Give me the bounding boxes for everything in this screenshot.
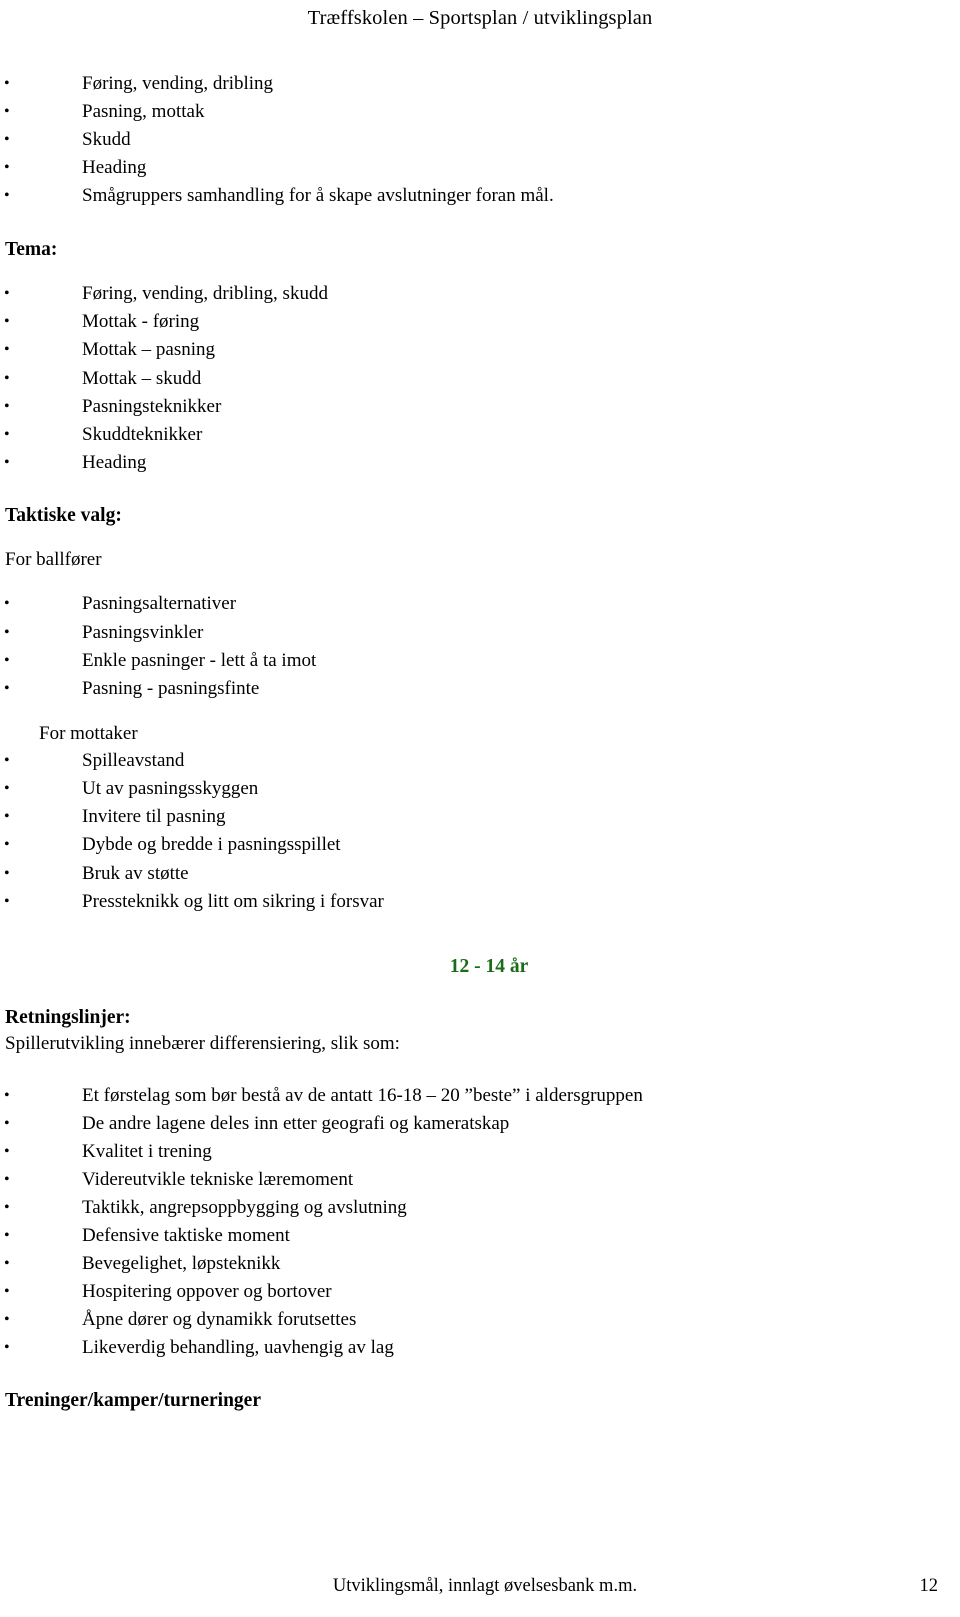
list-item: Pasningsteknikker xyxy=(0,393,960,421)
retningslinjer-subtitle: Spillerutvikling innebærer differensieri… xyxy=(5,1032,400,1054)
list-item: Dybde og bredde i pasningsspillet xyxy=(0,831,960,859)
list-item: Mottak - føring xyxy=(0,308,960,336)
page-title: Træffskolen – Sportsplan / utviklingspla… xyxy=(307,7,653,29)
list-item: Føring, vending, dribling, skudd xyxy=(0,280,960,308)
list-item: Pasning - pasningsfinte xyxy=(0,675,960,703)
page-footer: Utviklingsmål, innlagt øvelsesbank m.m. … xyxy=(0,1571,960,1601)
list-item: Heading xyxy=(0,449,960,477)
for-mottaker-bullet-list: Spilleavstand Ut av pasningsskyggen Invi… xyxy=(0,747,960,916)
list-item: Åpne dører og dynamikk forutsettes xyxy=(0,1306,960,1334)
list-item: Kvalitet i trening xyxy=(0,1138,960,1166)
list-item: Hospitering oppover og bortover xyxy=(0,1278,960,1306)
section-heading-tema: Tema: xyxy=(5,238,58,260)
list-item: Mottak – skudd xyxy=(0,365,960,393)
list-item: Spilleavstand xyxy=(0,747,960,775)
list-item: Videreutvikle tekniske læremoment xyxy=(0,1166,960,1194)
list-item: Skudd xyxy=(0,126,960,154)
list-item: Pasningsvinkler xyxy=(0,619,960,647)
list-item: Enkle pasninger - lett å ta imot xyxy=(0,647,960,675)
list-item: Defensive taktiske moment xyxy=(0,1222,960,1250)
list-item: Likeverdig behandling, uavhengig av lag xyxy=(0,1334,960,1362)
list-item: Bevegelighet, løpsteknikk xyxy=(0,1250,960,1278)
list-item: Skuddteknikker xyxy=(0,421,960,449)
section-heading-taktiske-valg: Taktiske valg: xyxy=(5,505,122,527)
list-item: Et førstelag som bør bestå av de antatt … xyxy=(0,1082,960,1110)
intro-bullet-list: Føring, vending, dribling Pasning, motta… xyxy=(0,70,960,211)
section-heading-retningslinjer: Retningslinjer: xyxy=(5,1007,131,1029)
list-item: Smågruppers samhandling for å skape avsl… xyxy=(0,182,960,210)
list-item: Ut av pasningsskyggen xyxy=(0,775,960,803)
for-ballforer-bullet-list: Pasningsalternativer Pasningsvinkler Enk… xyxy=(0,590,960,703)
list-item: Pasningsalternativer xyxy=(0,590,960,618)
document-page: Træffskolen – Sportsplan / utviklingspla… xyxy=(0,0,960,1617)
list-item: Pasning, mottak xyxy=(0,98,960,126)
footer-text: Utviklingsmål, innlagt øvelsesbank m.m. xyxy=(332,1576,638,1596)
list-item: Heading xyxy=(0,154,960,182)
list-item: De andre lagene deles inn etter geografi… xyxy=(0,1110,960,1138)
list-item: Føring, vending, dribling xyxy=(0,70,960,98)
section-heading-treninger: Treninger/kamper/turneringer xyxy=(5,1390,261,1412)
list-item: Pressteknikk og litt om sikring i forsva… xyxy=(0,888,960,916)
page-number: 12 xyxy=(919,1576,939,1596)
list-item: Taktikk, angrepsoppbygging og avslutning xyxy=(0,1194,960,1222)
subheading-for-mottaker: For mottaker xyxy=(39,723,138,745)
retningslinjer-bullet-list: Et førstelag som bør bestå av de antatt … xyxy=(0,1082,960,1362)
tema-bullet-list: Føring, vending, dribling, skudd Mottak … xyxy=(0,280,960,478)
age-group-heading: 12 - 14 år xyxy=(449,956,529,978)
list-item: Invitere til pasning xyxy=(0,803,960,831)
list-item: Bruk av støtte xyxy=(0,860,960,888)
subheading-for-ballforer: For ballfører xyxy=(5,548,102,570)
list-item: Mottak – pasning xyxy=(0,336,960,364)
